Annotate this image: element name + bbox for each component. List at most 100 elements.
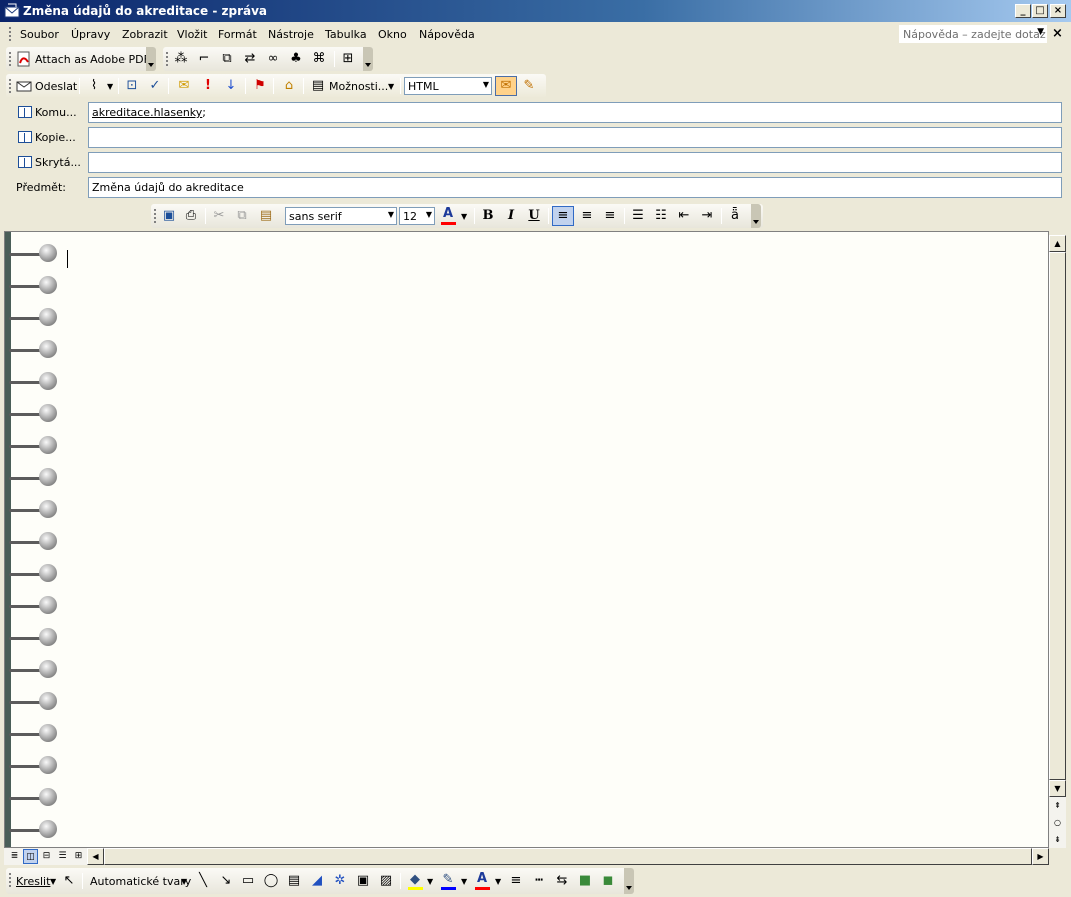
vertical-scrollbar[interactable]: ▲ ▼ ⇞ ○ ⇟ <box>1049 235 1066 848</box>
chevron-down-icon[interactable]: ▼ <box>427 877 433 886</box>
line-color-icon[interactable]: ✎ <box>440 872 456 888</box>
bold-button[interactable]: B <box>480 208 496 224</box>
scroll-down-button[interactable]: ▼ <box>1049 780 1066 797</box>
check-names-icon[interactable]: ✓ <box>147 78 163 94</box>
next-page-button[interactable]: ⇟ <box>1049 832 1066 849</box>
horizontal-scrollbar[interactable]: ≣ ◫ ⊟ ☰ ⊞ ◀ ▶ <box>4 848 1049 865</box>
node-star-icon[interactable]: ⁂ <box>173 51 189 67</box>
menu-nastroje[interactable]: Nástroje <box>268 28 314 41</box>
chevron-down-icon[interactable]: ▼ <box>1037 27 1044 37</box>
importance-high-icon[interactable]: ! <box>200 78 216 94</box>
options-button[interactable]: Možnosti... <box>329 80 388 93</box>
node-add-icon[interactable]: ⊞ <box>340 51 356 67</box>
fill-color-icon[interactable]: ◆ <box>407 872 423 888</box>
normal-view-icon[interactable]: ≣ <box>7 849 22 864</box>
shadow-style-icon[interactable]: ■ <box>577 873 593 889</box>
picture-icon[interactable]: ▨ <box>378 873 394 889</box>
help-search-input[interactable]: Nápověda – zadejte dotaz ▼ <box>899 25 1047 43</box>
cc-field[interactable] <box>88 127 1062 148</box>
font-size-select[interactable]: 12 ▼ <box>399 207 435 225</box>
node-tree-icon[interactable]: ♣ <box>288 51 304 67</box>
subject-field[interactable]: Změna údajů do akreditace <box>88 177 1062 198</box>
oval-icon[interactable]: ◯ <box>263 873 279 889</box>
address-book-icon[interactable]: ⊡ <box>124 78 140 94</box>
node-link-icon[interactable]: ⌐ <box>196 51 212 67</box>
node-branch-icon[interactable]: ⌘ <box>311 51 327 67</box>
menu-tabulka[interactable]: Tabulka <box>325 28 367 41</box>
reading-view-icon[interactable]: ⊞ <box>71 849 86 864</box>
node-swap-icon[interactable]: ⇄ <box>242 51 258 67</box>
paperclip-icon[interactable]: ⌇ <box>86 78 102 94</box>
underline-button[interactable]: U <box>526 208 542 224</box>
chevron-down-icon[interactable]: ▼ <box>461 212 467 221</box>
print-icon[interactable]: ⎙ <box>183 208 199 224</box>
document-close-button[interactable]: × <box>1052 26 1063 41</box>
wordart-icon[interactable]: ◢ <box>309 873 325 889</box>
toolbar-options-button[interactable] <box>363 47 373 71</box>
toolbar-grip[interactable] <box>9 52 11 66</box>
toolbar-grip[interactable] <box>9 79 11 93</box>
bulleted-list-icon[interactable]: ☷ <box>653 208 669 224</box>
select-browse-object-button[interactable]: ○ <box>1049 815 1066 832</box>
increase-indent-icon[interactable]: ⇥ <box>699 208 715 224</box>
font-family-select[interactable]: sans serif ▼ <box>285 207 397 225</box>
bcc-field[interactable] <box>88 152 1062 173</box>
toolbar-grip[interactable] <box>9 873 11 887</box>
menu-vlozit[interactable]: Vložit <box>177 28 207 41</box>
open-folder-icon[interactable]: ⌂ <box>281 78 297 94</box>
scroll-right-button[interactable]: ▶ <box>1032 848 1049 865</box>
arrow-icon[interactable]: ↘ <box>218 873 234 889</box>
style-icon[interactable]: ǟ <box>727 208 743 224</box>
chevron-down-icon[interactable]: ▼ <box>495 877 501 886</box>
menu-zobrazit[interactable]: Zobrazit <box>122 28 168 41</box>
to-button[interactable]: Komu... <box>35 106 77 119</box>
chevron-down-icon[interactable]: ▼ <box>181 877 187 886</box>
chevron-down-icon[interactable]: ▼ <box>426 210 432 219</box>
node-connect-icon[interactable]: ∞ <box>265 51 281 67</box>
toolbar-options-button[interactable] <box>146 47 156 71</box>
toolbar-options-button[interactable] <box>751 204 761 228</box>
paste-icon[interactable]: ▤ <box>258 208 274 224</box>
arrow-style-icon[interactable]: ⇆ <box>554 873 570 889</box>
chevron-down-icon[interactable]: ▼ <box>107 82 113 91</box>
3d-style-icon[interactable]: ◼ <box>600 873 616 889</box>
menu-soubor[interactable]: Soubor <box>20 28 59 41</box>
minimize-button[interactable]: _ <box>1015 4 1031 18</box>
bcc-button[interactable]: Skrytá... <box>35 156 81 169</box>
menu-format[interactable]: Formát <box>218 28 257 41</box>
decrease-indent-icon[interactable]: ⇤ <box>676 208 692 224</box>
message-body[interactable] <box>4 231 1049 848</box>
save-icon[interactable]: ▣ <box>161 208 177 224</box>
to-field[interactable]: akreditace.hlasenky; <box>88 102 1062 123</box>
maximize-button[interactable]: □ <box>1032 4 1048 18</box>
copy-icon[interactable]: ⧉ <box>234 208 250 224</box>
draw-menu-button[interactable]: Kreslit <box>16 875 50 888</box>
diagram-icon[interactable]: ✲ <box>332 873 348 889</box>
attach-as-pdf-button[interactable]: Attach as Adobe PDF <box>35 53 150 66</box>
toolbar-options-button[interactable] <box>624 868 634 894</box>
horizontal-scroll-thumb[interactable] <box>104 848 1032 865</box>
cc-button[interactable]: Kopie... <box>35 131 76 144</box>
cut-icon[interactable]: ✂ <box>211 208 227 224</box>
previous-page-button[interactable]: ⇞ <box>1049 798 1066 815</box>
autoshapes-button[interactable]: Automatické tvary <box>90 875 191 888</box>
signature-icon[interactable]: ✎ <box>521 78 537 94</box>
chevron-down-icon[interactable]: ▼ <box>461 877 467 886</box>
menu-napoveda[interactable]: Nápověda <box>419 28 475 41</box>
flag-icon[interactable]: ⚑ <box>252 78 268 94</box>
web-layout-view-icon[interactable]: ◫ <box>23 849 38 864</box>
send-button[interactable]: Odeslat <box>35 80 77 93</box>
rectangle-icon[interactable]: ▭ <box>240 873 256 889</box>
recipient-chip[interactable]: akreditace.hlasenky <box>92 106 202 119</box>
menu-upravy[interactable]: Úpravy <box>71 28 110 41</box>
toolbar-grip[interactable] <box>166 52 168 66</box>
chevron-down-icon[interactable]: ▼ <box>388 82 394 91</box>
chevron-down-icon[interactable]: ▼ <box>388 210 394 219</box>
menu-okno[interactable]: Okno <box>378 28 407 41</box>
italic-button[interactable]: I <box>503 208 519 224</box>
scroll-left-button[interactable]: ◀ <box>87 848 104 865</box>
align-left-button[interactable]: ≡ <box>552 206 574 226</box>
clip-art-icon[interactable]: ▣ <box>355 873 371 889</box>
message-format-select[interactable]: HTML ▼ <box>404 77 492 95</box>
chevron-down-icon[interactable]: ▼ <box>483 80 489 89</box>
